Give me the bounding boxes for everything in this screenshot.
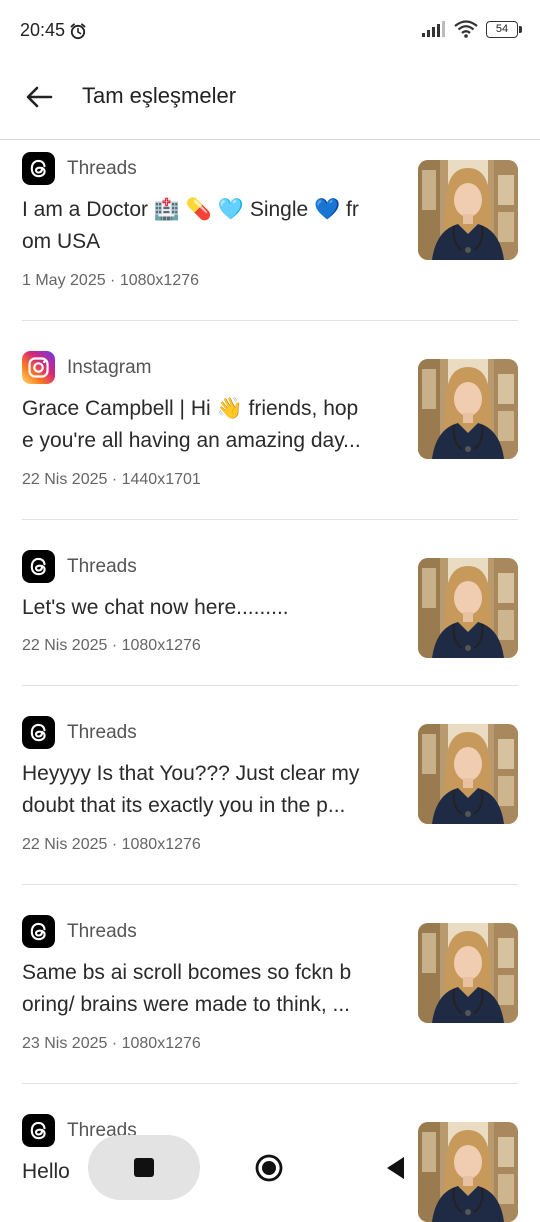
status-time-group: 20:45 <box>20 20 87 41</box>
wifi-icon <box>454 20 478 38</box>
status-icons: 54 <box>422 20 522 38</box>
divider <box>22 1083 518 1084</box>
result-meta: 23 Nis 2025 · 1080x1276 <box>22 1035 201 1052</box>
divider <box>22 320 518 321</box>
home-circle-icon[interactable] <box>254 1153 284 1183</box>
app-bar: Tam eşleşmeler <box>0 64 540 140</box>
battery-level: 54 <box>495 22 509 35</box>
battery-icon: 54 <box>486 20 522 38</box>
divider <box>22 685 518 686</box>
divider <box>22 519 518 520</box>
caption-line: Let's we chat now here......... <box>22 596 289 619</box>
instagram-logo-icon <box>22 351 55 384</box>
caption-line: doubt that its exactly you in the p... <box>22 794 346 817</box>
caption-line: om USA <box>22 230 101 253</box>
result-caption: Heyyyy Is that You??? Just clear my doub… <box>22 758 392 822</box>
result-caption: I am a Doctor 🏥 💊 🩵 Single 💙 fr om USA <box>22 194 392 258</box>
result-meta: 1 May 2025 · 1080x1276 <box>22 272 200 289</box>
caption-line: oring/ brains were made to think, ... <box>22 993 350 1016</box>
result-source: Threads <box>22 716 137 749</box>
status-time: 20:45 <box>20 20 66 40</box>
result-meta: 22 Nis 2025 · 1080x1276 <box>22 637 201 654</box>
result-caption: Let's we chat now here......... <box>22 592 392 624</box>
threads-logo-icon <box>22 716 55 749</box>
result-source: Threads <box>22 915 137 948</box>
result-caption: Grace Campbell | Hi 👋 friends, hop e you… <box>22 393 392 457</box>
result-caption: Same bs ai scroll bcomes so fckn b oring… <box>22 957 392 1021</box>
alarm-icon <box>70 22 86 39</box>
result-thumbnail[interactable] <box>418 724 518 824</box>
result-source: Instagram <box>22 351 151 384</box>
threads-logo-icon <box>22 915 55 948</box>
system-nav-bar <box>0 1135 540 1200</box>
result-source: Threads <box>22 152 137 185</box>
result-meta: 22 Nis 2025 · 1440x1701 <box>22 471 201 488</box>
source-name: Threads <box>67 157 137 179</box>
status-bar: 20:45 54 <box>0 0 540 64</box>
threads-logo-icon <box>22 550 55 583</box>
divider <box>22 884 518 885</box>
caption-line: Same bs ai scroll bcomes so fckn b <box>22 961 352 984</box>
threads-logo-icon <box>22 152 55 185</box>
recents-button[interactable] <box>88 1135 200 1200</box>
back-triangle-icon[interactable] <box>384 1155 406 1181</box>
caption-line: Grace Campbell | Hi 👋 friends, hop <box>22 397 359 420</box>
recents-square-icon <box>134 1158 154 1177</box>
caption-line: Heyyyy Is that You??? Just clear my <box>22 762 360 785</box>
source-name: Instagram <box>67 356 152 378</box>
result-meta: 22 Nis 2025 · 1080x1276 <box>22 836 201 853</box>
result-thumbnail[interactable] <box>418 359 518 459</box>
source-name: Threads <box>67 920 137 942</box>
result-thumbnail[interactable] <box>418 558 518 658</box>
result-thumbnail[interactable] <box>418 923 518 1023</box>
back-arrow-icon[interactable] <box>22 80 56 114</box>
source-name: Threads <box>67 555 137 577</box>
result-source: Threads <box>22 550 137 583</box>
caption-line: I am a Doctor 🏥 💊 🩵 Single 💙 fr <box>22 198 359 221</box>
result-thumbnail[interactable] <box>418 160 518 260</box>
source-name: Threads <box>67 721 137 743</box>
caption-line: e you're all having an amazing day... <box>22 429 361 452</box>
page-title: Tam eşleşmeler <box>82 83 237 108</box>
signal-icon <box>422 21 445 37</box>
